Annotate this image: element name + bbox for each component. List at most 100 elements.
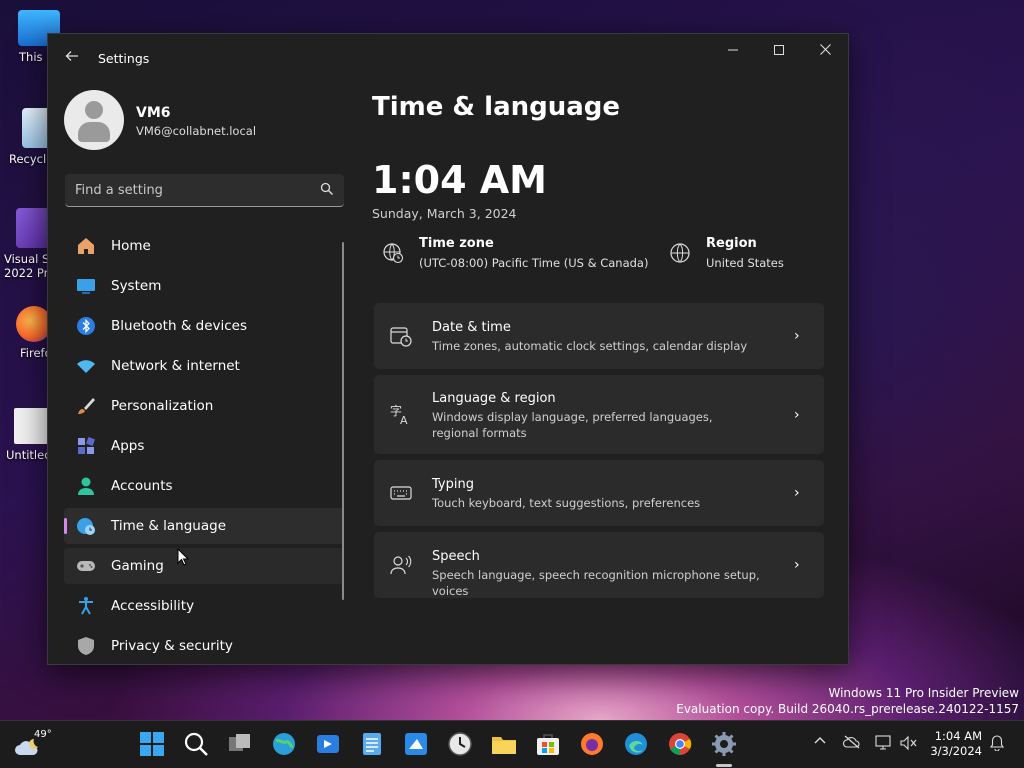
sidebar-item-label: Home [111,238,151,254]
sidebar-item-label: Personalization [111,398,214,414]
card-description: Time zones, automatic clock settings, ca… [432,339,748,353]
document-icon [14,408,48,444]
card-description: Speech language, speech recognition micr… [432,568,760,598]
shield-icon [78,637,94,655]
maps-icon[interactable] [271,731,297,757]
card-title: Speech [432,549,480,564]
watermark-line-1: Windows 11 Pro Insider Preview [828,686,1019,700]
back-button[interactable] [62,48,82,68]
show-hidden-icons-button[interactable] [811,735,829,753]
sidebar-item-time-language[interactable]: Time & language [64,508,344,544]
title-bar: Settings [48,34,848,82]
taskbar-clock[interactable]: 1:04 AM 3/3/2024 [930,729,982,759]
sidebar-item-label: Time & language [111,518,227,534]
apps-icon [78,437,95,454]
card-typing[interactable]: Typing Touch keyboard, text suggestions,… [374,460,824,526]
svg-text:A: A [400,414,408,425]
home-icon [78,238,94,254]
firefox-icon[interactable] [579,731,605,757]
minimize-button[interactable] [718,42,748,60]
chevron-right-icon: › [794,407,800,423]
globe-clock-icon [383,243,404,264]
taskbar-date: 3/3/2024 [930,744,982,758]
windows-watermark: Windows 11 Pro Insider Preview Evaluatio… [676,685,1019,717]
taskbar-time: 1:04 AM [934,729,982,743]
minimize-icon [728,49,738,51]
chevron-up-icon [814,737,826,744]
timezone-value: (UTC-08:00) Pacific Time (US & Canada) [419,256,649,270]
language-icon: 字A [390,403,408,425]
sidebar-item-label: Bluetooth & devices [111,318,248,334]
maximize-button[interactable] [764,42,794,60]
active-app-indicator [716,764,732,767]
notifications-button[interactable] [988,735,1006,753]
search-icon[interactable] [320,182,334,196]
speech-icon [390,555,412,575]
region-value: United States [706,256,784,270]
notepad-icon[interactable] [359,731,385,757]
file-explorer-icon[interactable] [491,731,517,757]
volume-muted-icon [900,735,917,751]
sidebar-item-label: System [111,278,162,294]
card-date-time[interactable]: Date & time Time zones, automatic clock … [374,303,824,369]
sidebar-item-home[interactable]: Home [64,228,344,264]
clock-app-icon[interactable] [447,731,473,757]
network-icon [875,735,891,750]
search-input[interactable] [65,174,305,206]
watermark-line-2: Evaluation copy. Build 26040.rs_prerelea… [676,702,1019,716]
sidebar-item-bluetooth[interactable]: Bluetooth & devices [64,308,344,344]
sidebar-item-personalization[interactable]: Personalization [64,388,344,424]
sidebar-item-accounts[interactable]: Accounts [64,468,344,504]
profile-email: VM6@collabnet.local [136,124,257,138]
page-title: Time & language [372,92,621,122]
sidebar-scrollbar[interactable] [342,242,344,600]
globe-clock-icon [77,518,95,535]
sidebar-item-label: Gaming [111,558,164,574]
sidebar-item-label: Apps [111,438,145,454]
visual-studio-icon [16,208,50,248]
keyboard-icon [390,486,412,500]
chevron-right-icon: › [794,328,800,344]
maximize-icon [774,45,784,55]
timezone-label: Time zone [419,236,494,251]
sidebar-item-label: Accessibility [111,598,195,614]
card-language-region[interactable]: 字A Language & region Windows display lan… [374,375,824,454]
search-box [65,174,344,207]
sidebar-item-label: Accounts [111,478,173,494]
mouse-cursor [177,548,189,566]
current-time: 1:04 AM [372,158,547,202]
brush-icon [78,398,95,414]
sidebar-item-label: Privacy & security [111,638,233,654]
weather-widget[interactable]: 49° [14,729,54,761]
search-icon[interactable] [183,731,209,757]
card-speech[interactable]: Speech Speech language, speech recogniti… [374,532,824,598]
network-button[interactable] [875,735,893,753]
volume-button[interactable] [900,735,918,753]
sidebar-nav: Home System Bluetooth & devices Network … [64,228,344,664]
sidebar-item-system[interactable]: System [64,268,344,304]
sidebar-item-privacy[interactable]: Privacy & security [64,628,344,664]
system-icon [77,279,95,294]
current-date: Sunday, March 3, 2024 [372,206,517,221]
store-icon[interactable] [535,731,561,757]
sidebar-item-gaming[interactable]: Gaming [64,548,344,584]
task-view-icon[interactable] [227,731,253,757]
close-icon [819,44,831,55]
chrome-icon[interactable] [667,731,693,757]
close-button[interactable] [810,42,840,60]
onedrive-button[interactable] [842,735,861,753]
sidebar-item-network[interactable]: Network & internet [64,348,344,384]
settings-gear-icon[interactable] [711,731,737,757]
paint-icon[interactable] [403,731,429,757]
window-title: Settings [98,51,150,66]
accessibility-icon [79,597,93,615]
edge-icon[interactable] [623,731,649,757]
cloud-off-icon [842,735,860,749]
card-description: Windows display language, preferred lang… [432,410,713,440]
card-title: Language & region [432,391,556,406]
card-description: Touch keyboard, text suggestions, prefer… [432,496,701,510]
sidebar-item-apps[interactable]: Apps [64,428,344,464]
sidebar-item-accessibility[interactable]: Accessibility [64,588,344,624]
photos-icon[interactable] [315,731,341,757]
windows-start-icon[interactable] [139,731,165,757]
